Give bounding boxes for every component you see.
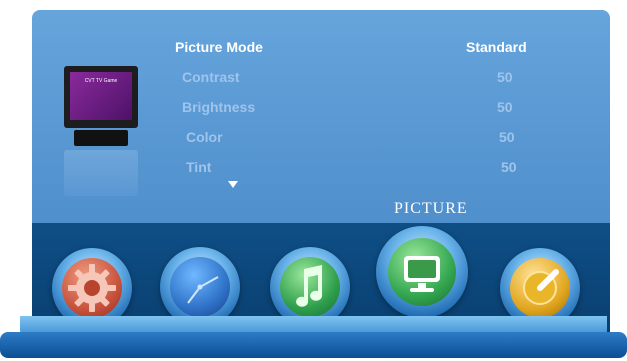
dock-base-edge bbox=[0, 332, 627, 358]
tv-osd: CVT TV Game Picture Mode Standard Contra… bbox=[0, 0, 627, 361]
scroll-down-icon[interactable] bbox=[228, 181, 238, 188]
tv-screen-content: CVT TV Game bbox=[70, 72, 132, 120]
contrast-label[interactable]: Contrast bbox=[182, 69, 240, 85]
dock-base bbox=[0, 316, 627, 361]
contrast-value[interactable]: 50 bbox=[497, 69, 513, 85]
brightness-label[interactable]: Brightness bbox=[182, 99, 255, 115]
brightness-value[interactable]: 50 bbox=[497, 99, 513, 115]
tint-label[interactable]: Tint bbox=[186, 159, 211, 175]
active-section-label: PICTURE bbox=[394, 200, 468, 217]
tint-value[interactable]: 50 bbox=[501, 159, 517, 175]
picture-monitor-icon[interactable] bbox=[376, 226, 468, 318]
color-value[interactable]: 50 bbox=[499, 129, 515, 145]
thumbnail-text: CVT TV Game bbox=[84, 78, 118, 84]
color-label[interactable]: Color bbox=[186, 129, 223, 145]
music-note-icon[interactable] bbox=[270, 247, 350, 327]
tv-screen: CVT TV Game bbox=[64, 66, 138, 128]
picture-mode-label[interactable]: Picture Mode bbox=[175, 39, 263, 55]
tv-thumbnail-icon: CVT TV Game bbox=[60, 66, 146, 198]
tv-stand bbox=[74, 130, 128, 146]
tv-reflection bbox=[64, 150, 138, 196]
picture-mode-value[interactable]: Standard bbox=[466, 39, 527, 55]
clock-icon[interactable] bbox=[160, 247, 240, 327]
